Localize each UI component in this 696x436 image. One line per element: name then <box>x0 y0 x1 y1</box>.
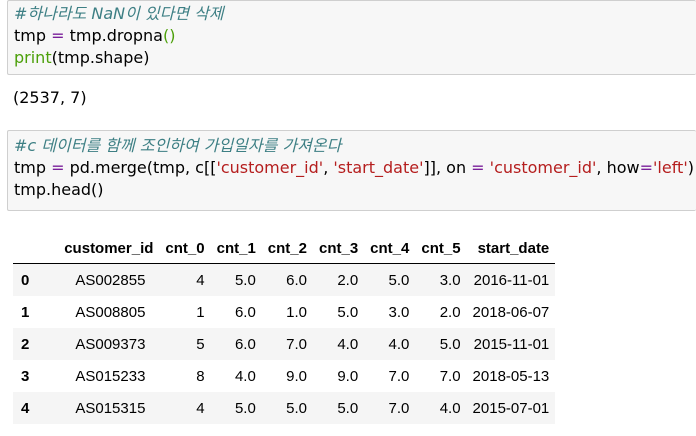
table-cell: 6.0 <box>234 335 256 353</box>
row-index: 1 <box>21 303 30 321</box>
code-comment: #c 데이터를 함께 조인하여 가입일자를 가져온다 <box>14 136 342 155</box>
table-cell: 7.0 <box>439 367 461 385</box>
table-cell: 7.0 <box>388 399 410 417</box>
table-cell: 7.0 <box>286 335 307 353</box>
table-cell: 5.0 <box>234 271 256 289</box>
row-index: 2 <box>21 335 30 353</box>
column-header: cnt_5 <box>415 233 467 264</box>
cell-output-text: (2537, 7) <box>13 88 87 107</box>
table-cell: 5.0 <box>337 303 359 321</box>
table-cell: AS015233 <box>75 367 146 385</box>
table-cell: 2015-11-01 <box>473 335 550 353</box>
table-cell: AS008805 <box>75 303 146 321</box>
table-cell: 5.0 <box>337 399 359 417</box>
table-cell: 2015-07-01 <box>472 399 550 417</box>
table-cell: 5 <box>196 335 205 353</box>
table-cell: 5.0 <box>286 399 307 417</box>
table-row: 3 AS015233 8 4.0 9.0 9.0 7.0 7.0 2018-05… <box>13 360 555 392</box>
table-cell: 1.0 <box>286 303 307 321</box>
table-cell: 5.0 <box>234 399 256 417</box>
table-cell: 5.0 <box>439 335 461 353</box>
table-cell: 4.0 <box>337 335 359 353</box>
table-cell: 3.0 <box>388 303 410 321</box>
table-cell: 8 <box>196 367 205 385</box>
table-cell: 2.0 <box>337 271 359 289</box>
table-row: 1 AS008805 1 6.0 1.0 5.0 3.0 2.0 2018-06… <box>13 296 555 328</box>
row-index: 0 <box>21 271 30 289</box>
column-header <box>13 233 50 264</box>
table-row: 0 AS002855 4 5.0 6.0 2.0 5.0 3.0 2016-11… <box>13 263 556 296</box>
code-line: tmp.head() <box>14 180 104 199</box>
column-header: cnt_3 <box>312 233 365 264</box>
table-cell: 6.0 <box>286 271 307 289</box>
table-cell: 3.0 <box>439 271 461 289</box>
table-cell: 7.0 <box>388 367 410 385</box>
table-cell: 4 <box>196 399 205 417</box>
table-cell: 4.0 <box>388 335 410 353</box>
table-cell: AS015315 <box>75 399 146 417</box>
table-cell: 4.0 <box>234 367 256 385</box>
table-cell: 1 <box>196 303 205 321</box>
column-header: start_date <box>466 233 556 264</box>
column-header: customer_id <box>49 233 160 264</box>
dataframe-table: customer_id cnt_0 cnt_1 cnt_2 cnt_3 cnt_… <box>13 233 556 424</box>
table-cell: AS009373 <box>75 335 146 353</box>
table-cell: AS002855 <box>75 271 146 289</box>
code-comment: #하나라도 NaN이 있다면 삭제 <box>14 4 224 23</box>
column-header: cnt_4 <box>364 233 416 264</box>
row-index: 4 <box>21 399 30 417</box>
code-cell-merge[interactable]: #c 데이터를 함께 조인하여 가입일자를 가져온다 tmp = pd.merg… <box>7 130 696 211</box>
table-cell: 9.0 <box>337 367 359 385</box>
table-cell: 4 <box>196 271 205 289</box>
table-cell: 2018-06-07 <box>472 303 550 321</box>
code-editor[interactable]: #하나라도 NaN이 있다면 삭제 tmp = tmp.dropna() pri… <box>14 3 224 69</box>
table-cell: 4.0 <box>439 399 461 417</box>
table-cell: 2.0 <box>439 303 461 321</box>
table-cell: 5.0 <box>388 271 410 289</box>
table-cell: 2016-11-01 <box>473 271 550 289</box>
column-header: cnt_1 <box>210 233 262 264</box>
table-row: 2 AS009373 5 6.0 7.0 4.0 4.0 5.0 2015-11… <box>13 328 556 360</box>
table-cell: 2018-05-13 <box>472 367 550 385</box>
code-line: tmp = pd.merge(tmp, c[['customer_id', 's… <box>14 158 694 177</box>
table-cell: 6.0 <box>234 303 256 321</box>
table-header-row: customer_id cnt_0 cnt_1 cnt_2 cnt_3 cnt_… <box>13 233 556 264</box>
code-line: tmp = tmp.dropna() <box>14 26 176 45</box>
code-line: print(tmp.shape) <box>14 48 150 67</box>
column-header: cnt_0 <box>159 233 211 264</box>
table-row: 4 AS015315 4 5.0 5.0 5.0 7.0 4.0 2015-07… <box>13 392 556 424</box>
code-cell-dropna[interactable]: #하나라도 NaN이 있다면 삭제 tmp = tmp.dropna() pri… <box>7 0 696 75</box>
table-cell: 9.0 <box>286 367 307 385</box>
row-index: 3 <box>21 367 30 385</box>
code-editor[interactable]: #c 데이터를 함께 조인하여 가입일자를 가져온다 tmp = pd.merg… <box>14 135 694 201</box>
column-header: cnt_2 <box>261 233 313 264</box>
